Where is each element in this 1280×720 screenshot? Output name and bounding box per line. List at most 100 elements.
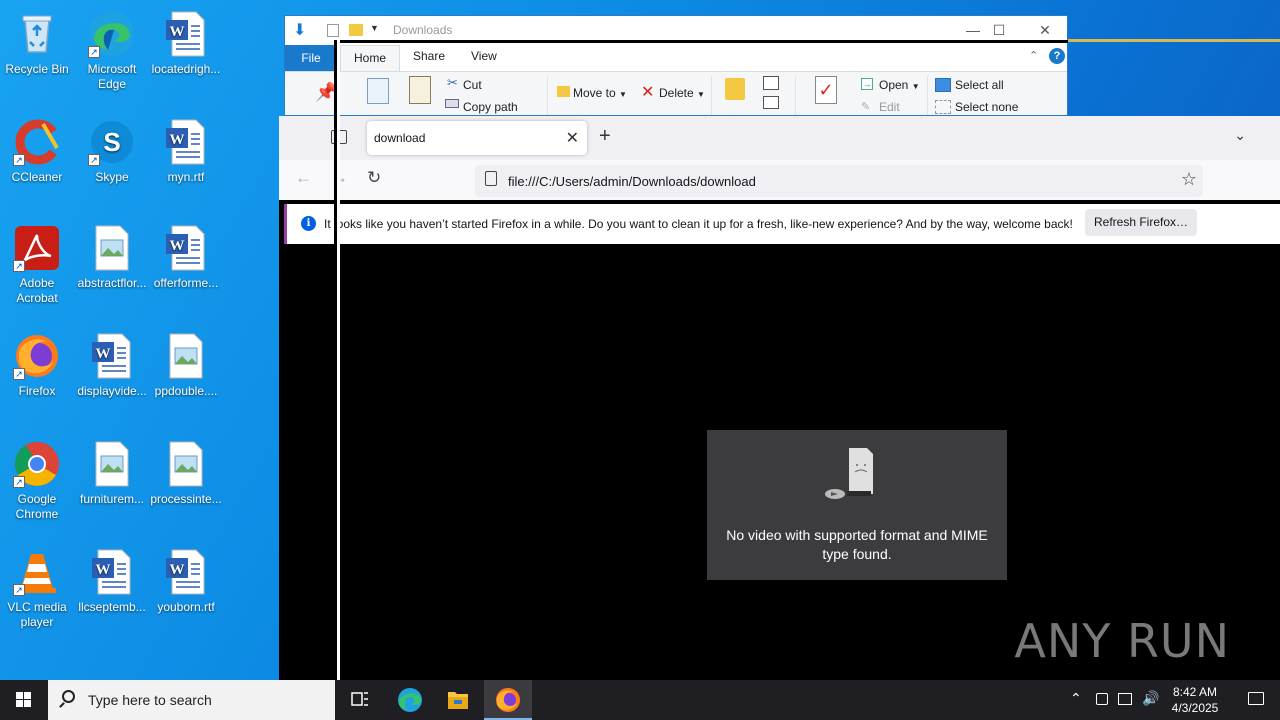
- desktop-icon-label: llcseptemb...: [78, 600, 146, 614]
- ribbon-collapse-icon[interactable]: ⌃: [1029, 49, 1038, 62]
- page-content: No video with supported format and MIME …: [279, 248, 1280, 680]
- desktop-icon-label: myn.rtf: [167, 170, 205, 184]
- cut-button[interactable]: Cut: [463, 78, 482, 92]
- tab-close-icon[interactable]: ✕: [566, 128, 579, 148]
- move-to-button[interactable]: Move to ▼: [573, 86, 627, 100]
- edit-icon[interactable]: ✎: [861, 100, 870, 113]
- url-bar[interactable]: file:///C:/Users/admin/Downloads/downloa…: [475, 165, 1203, 197]
- word-document-icon: W: [88, 332, 136, 380]
- notification-center-icon[interactable]: [1248, 692, 1264, 705]
- desktop-icon-ccleaner[interactable]: ↗ CCleaner: [0, 118, 74, 185]
- meet-now-icon[interactable]: [1096, 693, 1108, 705]
- select-none-button[interactable]: Select none: [955, 100, 1018, 114]
- notification-message: It looks like you haven’t started Firefo…: [324, 217, 1073, 231]
- desktop-icon-label: ppdouble....: [154, 384, 218, 398]
- copy-path-button[interactable]: Copy path: [463, 100, 518, 114]
- close-icon[interactable]: ✕: [1027, 20, 1063, 40]
- list-all-tabs-chevron-icon[interactable]: ⌄: [1234, 127, 1246, 144]
- svg-text:W: W: [170, 132, 185, 148]
- firefox-window: download ✕ + ⌄ ← → ↻ file:///C:/Users/ad…: [279, 116, 1280, 680]
- network-icon[interactable]: [1118, 693, 1132, 705]
- image-file-icon: [162, 332, 210, 380]
- task-view-button[interactable]: [336, 680, 384, 720]
- desktop-icon-file[interactable]: W displayvide...: [75, 332, 149, 399]
- move-to-icon[interactable]: [557, 86, 570, 97]
- url-text[interactable]: file:///C:/Users/admin/Downloads/downloa…: [508, 174, 756, 189]
- copy-icon[interactable]: [367, 78, 389, 104]
- desktop-icon-file[interactable]: W locatedrigh...: [149, 10, 223, 77]
- desktop-icon-file[interactable]: ppdouble....: [149, 332, 223, 399]
- taskbar-search-box[interactable]: Type here to search: [48, 680, 335, 720]
- help-icon[interactable]: ?: [1049, 48, 1065, 64]
- word-document-icon: W: [162, 224, 210, 272]
- quick-access-down-arrow-icon[interactable]: ⬇: [293, 20, 306, 40]
- open-icon[interactable]: →: [861, 78, 873, 90]
- paste-icon[interactable]: [409, 76, 431, 104]
- tab-share[interactable]: Share: [413, 49, 445, 63]
- bookmark-star-icon[interactable]: ☆: [1181, 169, 1197, 190]
- copy-path-icon[interactable]: [445, 99, 459, 108]
- image-file-icon: [162, 440, 210, 488]
- desktop-icon-file[interactable]: W offerforme...: [149, 224, 223, 291]
- properties-icon[interactable]: ✓: [815, 76, 837, 104]
- desktop-icon-adobe-acrobat[interactable]: ↗ Adobe Acrobat: [0, 224, 74, 306]
- desktop-icon-label: Google Chrome: [15, 492, 59, 521]
- clock[interactable]: 8:42 AM 4/3/2025: [1160, 684, 1230, 716]
- file-explorer-window: ⬇ ▼ Downloads — ☐ ✕ File Home Share View…: [284, 15, 1068, 116]
- desktop-icon-recycle-bin[interactable]: Recycle Bin: [0, 10, 74, 77]
- desktop-icon-vlc[interactable]: ↗ VLC media player: [0, 548, 74, 630]
- delete-icon[interactable]: ✕: [641, 82, 654, 102]
- move-to-label: Move to: [573, 86, 616, 100]
- taskbar-edge[interactable]: [386, 680, 434, 720]
- desktop-icon-label: abstractflor...: [77, 276, 147, 290]
- tab-view[interactable]: View: [471, 49, 497, 63]
- new-item-icon[interactable]: [763, 76, 779, 90]
- image-file-icon: [88, 224, 136, 272]
- cut-icon[interactable]: ✂: [447, 75, 458, 91]
- delete-button[interactable]: Delete ▼: [659, 86, 705, 100]
- refresh-firefox-button[interactable]: Refresh Firefox…: [1085, 209, 1197, 236]
- desktop-icon-edge[interactable]: ↗ Microsoft Edge: [75, 10, 149, 92]
- desktop: Recycle Bin ↗ CCleaner ↗ Adobe Acrobat ↗…: [0, 0, 1280, 680]
- desktop-icon-file[interactable]: furniturem...: [75, 440, 149, 507]
- desktop-icon-label: Skype: [95, 170, 129, 184]
- vlc-cone-icon: ↗: [13, 548, 61, 596]
- maximize-icon[interactable]: ☐: [981, 20, 1017, 40]
- show-hidden-icons-chevron-icon[interactable]: ⌃: [1070, 690, 1082, 707]
- desktop-icon-file[interactable]: processinte...: [149, 440, 223, 507]
- easy-access-icon[interactable]: [763, 96, 779, 109]
- taskbar-firefox[interactable]: [484, 680, 532, 720]
- select-all-button[interactable]: Select all: [955, 78, 1004, 92]
- desktop-icon-label: processinte...: [150, 492, 222, 506]
- desktop-icon-google-chrome[interactable]: ↗ Google Chrome: [0, 440, 74, 522]
- shortcut-arrow-icon: ↗: [13, 368, 25, 380]
- open-button[interactable]: Open ▼: [879, 78, 920, 92]
- reload-icon[interactable]: ↻: [367, 168, 381, 188]
- desktop-icon-file[interactable]: abstractflor...: [75, 224, 149, 291]
- select-none-icon[interactable]: [935, 100, 951, 114]
- desktop-icon-skype[interactable]: S ↗ Skype: [75, 118, 149, 185]
- search-icon-handle: [59, 702, 65, 708]
- taskbar-file-explorer[interactable]: [434, 680, 482, 720]
- desktop-icon-file[interactable]: W myn.rtf: [149, 118, 223, 185]
- desktop-icon-file[interactable]: W youborn.rtf: [149, 548, 223, 615]
- quick-access-folder-icon[interactable]: [349, 24, 363, 36]
- ribbon-separator: [547, 76, 548, 115]
- quick-access-properties-icon[interactable]: [327, 24, 339, 37]
- desktop-icon-firefox[interactable]: ↗ Firefox: [0, 332, 74, 399]
- edit-button[interactable]: Edit: [879, 100, 900, 114]
- anyrun-watermark: ANY RUN: [1014, 614, 1230, 668]
- quick-access-dropdown-icon[interactable]: ▼: [370, 23, 379, 33]
- select-all-icon[interactable]: [935, 78, 951, 92]
- back-arrow-icon[interactable]: ←: [295, 168, 312, 188]
- tab-file[interactable]: File: [285, 45, 337, 71]
- tab-home[interactable]: Home: [340, 45, 400, 71]
- new-folder-icon[interactable]: [725, 78, 745, 100]
- start-button[interactable]: [0, 680, 48, 720]
- volume-icon[interactable]: 🔊: [1142, 690, 1159, 707]
- desktop-icon-file[interactable]: W llcseptemb...: [75, 548, 149, 615]
- desktop-icon-label: Firefox: [18, 384, 56, 398]
- firefox-icon: ↗: [13, 332, 61, 380]
- tab-download[interactable]: download ✕: [367, 121, 587, 155]
- new-tab-plus-icon[interactable]: +: [599, 125, 611, 148]
